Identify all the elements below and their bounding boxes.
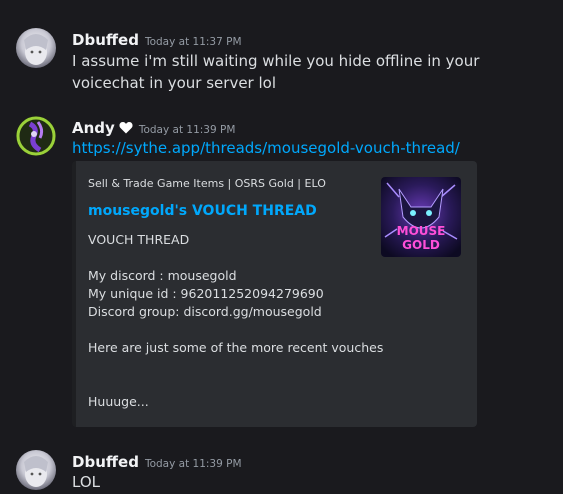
- timestamp: Today at 11:39 PM: [138, 124, 236, 136]
- embed-description-line: [88, 357, 368, 375]
- embed-description-line: Huuuge...: [88, 394, 149, 409]
- embed-description-line: [88, 249, 368, 267]
- embed-thumbnail[interactable]: MOUSE GOLD: [381, 177, 461, 257]
- message-header: Andy Today at 11:39 PM: [72, 118, 235, 137]
- username[interactable]: Dbuffed: [72, 453, 139, 471]
- embed-description-line: Here are just some of the more recent vo…: [88, 340, 384, 355]
- timestamp: Today at 11:39 PM: [144, 458, 242, 470]
- embed-description-line: [88, 321, 368, 339]
- embed-description-line: [88, 375, 368, 393]
- embed-description-line: My unique id : 962011252094279690: [88, 286, 324, 301]
- embed-title[interactable]: mousegold's VOUCH THREAD: [88, 203, 317, 219]
- mouse-gold-logo-icon: MOUSE GOLD: [381, 177, 461, 257]
- embed-provider[interactable]: Sell & Trade Game Items | OSRS Gold | EL…: [88, 177, 326, 190]
- avatar-andy[interactable]: [16, 116, 56, 156]
- embed-description: VOUCH THREAD My discord : mousegold My u…: [88, 231, 384, 411]
- chat-log: Dbuffed Today at 11:37 PM I assume i'm st…: [0, 0, 563, 494]
- avatar-icon: [16, 450, 56, 490]
- avatar-icon: [16, 116, 56, 156]
- message-header: Dbuffed Today at 11:39 PM: [72, 452, 242, 471]
- svg-text:MOUSE: MOUSE: [397, 224, 446, 238]
- message-text: LOL: [72, 473, 100, 491]
- avatar-dbuffed[interactable]: [16, 28, 56, 68]
- message-header: Dbuffed Today at 11:37 PM: [72, 30, 242, 49]
- embed-description-line: My discord : mousegold: [88, 268, 237, 283]
- embed-description-line: Discord group: discord.gg/mousegold: [88, 304, 322, 319]
- thread-link[interactable]: https://sythe.app/threads/mousegold-vouc…: [72, 139, 460, 157]
- embed-description-line: VOUCH THREAD: [88, 232, 190, 247]
- message-content: https://sythe.app/threads/mousegold-vouc…: [72, 137, 542, 159]
- heart-icon: [119, 122, 133, 134]
- svg-text:GOLD: GOLD: [402, 238, 440, 252]
- username[interactable]: Andy: [72, 119, 115, 137]
- avatar-icon: [16, 28, 56, 68]
- username[interactable]: Dbuffed: [72, 31, 139, 49]
- avatar-dbuffed[interactable]: [16, 450, 56, 490]
- link-embed: Sell & Trade Game Items | OSRS Gold | EL…: [72, 161, 477, 427]
- message-text: I assume i'm still waiting while you hid…: [72, 52, 480, 92]
- timestamp: Today at 11:37 PM: [144, 36, 242, 48]
